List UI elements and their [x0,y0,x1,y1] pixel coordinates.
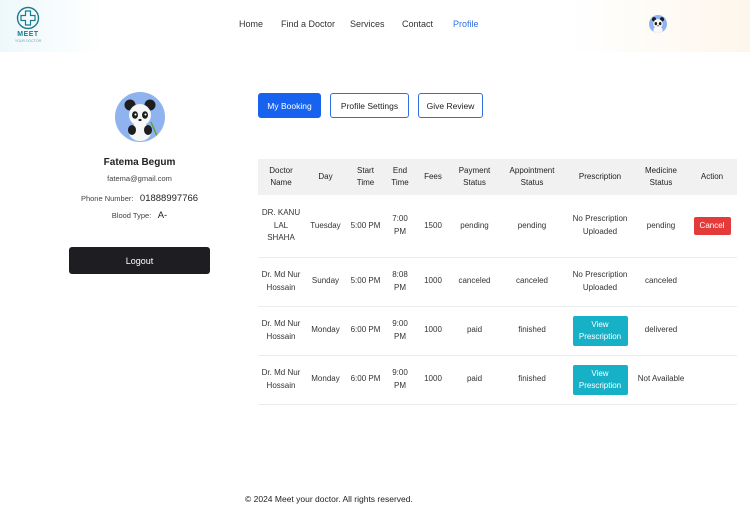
fees-cell: 1000 [416,355,450,405]
payment-status-cell: paid [450,306,499,356]
table-header-row: Doctor Name Day Start Time End Time Fees… [258,159,737,195]
col-day: Day [304,159,347,195]
profile-phone: Phone Number: 01888997766 [69,188,210,206]
end-time-cell: 7:00 PM [384,195,416,258]
brand-logo[interactable]: MEET YOUR DOCTOR [12,6,44,46]
action-cell: Cancel [687,195,737,258]
start-time-cell: 6:00 PM [347,355,384,405]
appointment-status-cell: finished [499,306,565,356]
action-cell [687,355,737,405]
profile-name: Fatema Begum [103,157,176,168]
prescription-cell: No Prescription Uploaded [565,257,635,307]
doctor-name-cell: Dr. Md Nur Hossain [258,257,304,307]
fees-cell: 1500 [416,195,450,258]
table-row: Dr. Md Nur Hossain Sunday 5:00 PM 8:08 P… [258,257,737,307]
nav-find-a-doctor[interactable]: Find a Doctor [281,19,335,29]
phone-value: 01888997766 [139,193,199,204]
footer-copyright: © 2024 Meet your doctor. All rights rese… [245,494,413,504]
start-time-cell: 6:00 PM [347,306,384,356]
start-time-cell: 5:00 PM [347,257,384,307]
blood-type-label: Blood Type: [111,211,152,220]
tab-profile-settings[interactable]: Profile Settings [330,93,409,118]
user-avatar[interactable] [649,15,667,33]
profile-email: fatema@gmail.com [107,174,172,183]
profile-blood-type: Blood Type: A- [69,205,210,223]
start-time-cell: 5:00 PM [347,195,384,258]
col-medicine-status: Medicine Status [635,159,687,195]
end-time-cell: 9:00 PM [384,355,416,405]
appointment-status-cell: pending [499,195,565,258]
col-fees: Fees [416,159,450,195]
phone-label: Phone Number: [80,194,134,203]
action-cell [687,257,737,307]
payment-status-cell: canceled [450,257,499,307]
panda-avatar-icon [651,17,665,33]
brand-name: MEET [17,31,39,38]
doctor-name-cell: Dr. Md Nur Hossain [258,355,304,405]
medicine-status-cell: delivered [635,306,687,356]
prescription-cell: No Prescription Uploaded [565,195,635,258]
appointment-status-cell: canceled [499,257,565,307]
view-prescription-button[interactable]: View Prescription [572,315,628,346]
table-row: Dr. Md Nur Hossain Monday 6:00 PM 9:00 P… [258,306,737,356]
panda-avatar-icon [124,99,158,141]
blood-type-value: A- [157,210,168,221]
profile-avatar [115,92,165,142]
tab-my-booking[interactable]: My Booking [258,93,321,118]
prescription-cell: View Prescription [565,306,635,356]
payment-status-cell: paid [450,355,499,405]
logout-button[interactable]: Logout [69,247,210,274]
action-cell [687,306,737,356]
fees-cell: 1000 [416,306,450,356]
prescription-cell: View Prescription [565,355,635,405]
end-time-cell: 8:08 PM [384,257,416,307]
payment-status-cell: pending [450,195,499,258]
medicine-status-cell: canceled [635,257,687,307]
nav-services[interactable]: Services [350,19,385,29]
col-start-time: Start Time [347,159,384,195]
medicine-status-cell: Not Available [635,355,687,405]
brand-tagline: YOUR DOCTOR [14,39,42,43]
day-cell: Monday [304,306,347,356]
medicine-status-cell: pending [635,195,687,258]
cancel-button[interactable]: Cancel [693,216,731,235]
col-appointment-status: Appointment Status [499,159,565,195]
doctor-name-cell: Dr. Md Nur Hossain [258,306,304,356]
day-cell: Sunday [304,257,347,307]
doctor-name-cell: DR. KANU LAL SHAHA [258,195,304,258]
col-action: Action [687,159,737,195]
day-cell: Monday [304,355,347,405]
appointment-status-cell: finished [499,355,565,405]
fees-cell: 1000 [416,257,450,307]
end-time-cell: 9:00 PM [384,306,416,356]
col-payment-status: Payment Status [450,159,499,195]
bookings-table: Doctor Name Day Start Time End Time Fees… [258,159,737,405]
table-row: Dr. Md Nur Hossain Monday 6:00 PM 9:00 P… [258,355,737,405]
col-end-time: End Time [384,159,416,195]
col-doctor-name: Doctor Name [258,159,304,195]
nav-profile[interactable]: Profile [453,19,479,29]
nav-contact[interactable]: Contact [402,19,433,29]
nav-home[interactable]: Home [239,19,263,29]
view-prescription-button[interactable]: View Prescription [572,364,628,395]
day-cell: Tuesday [304,195,347,258]
tab-give-review[interactable]: Give Review [418,93,483,118]
stethoscope-cross-logo-icon [16,6,40,30]
col-prescription: Prescription [565,159,635,195]
table-row: DR. KANU LAL SHAHA Tuesday 5:00 PM 7:00 … [258,195,737,258]
